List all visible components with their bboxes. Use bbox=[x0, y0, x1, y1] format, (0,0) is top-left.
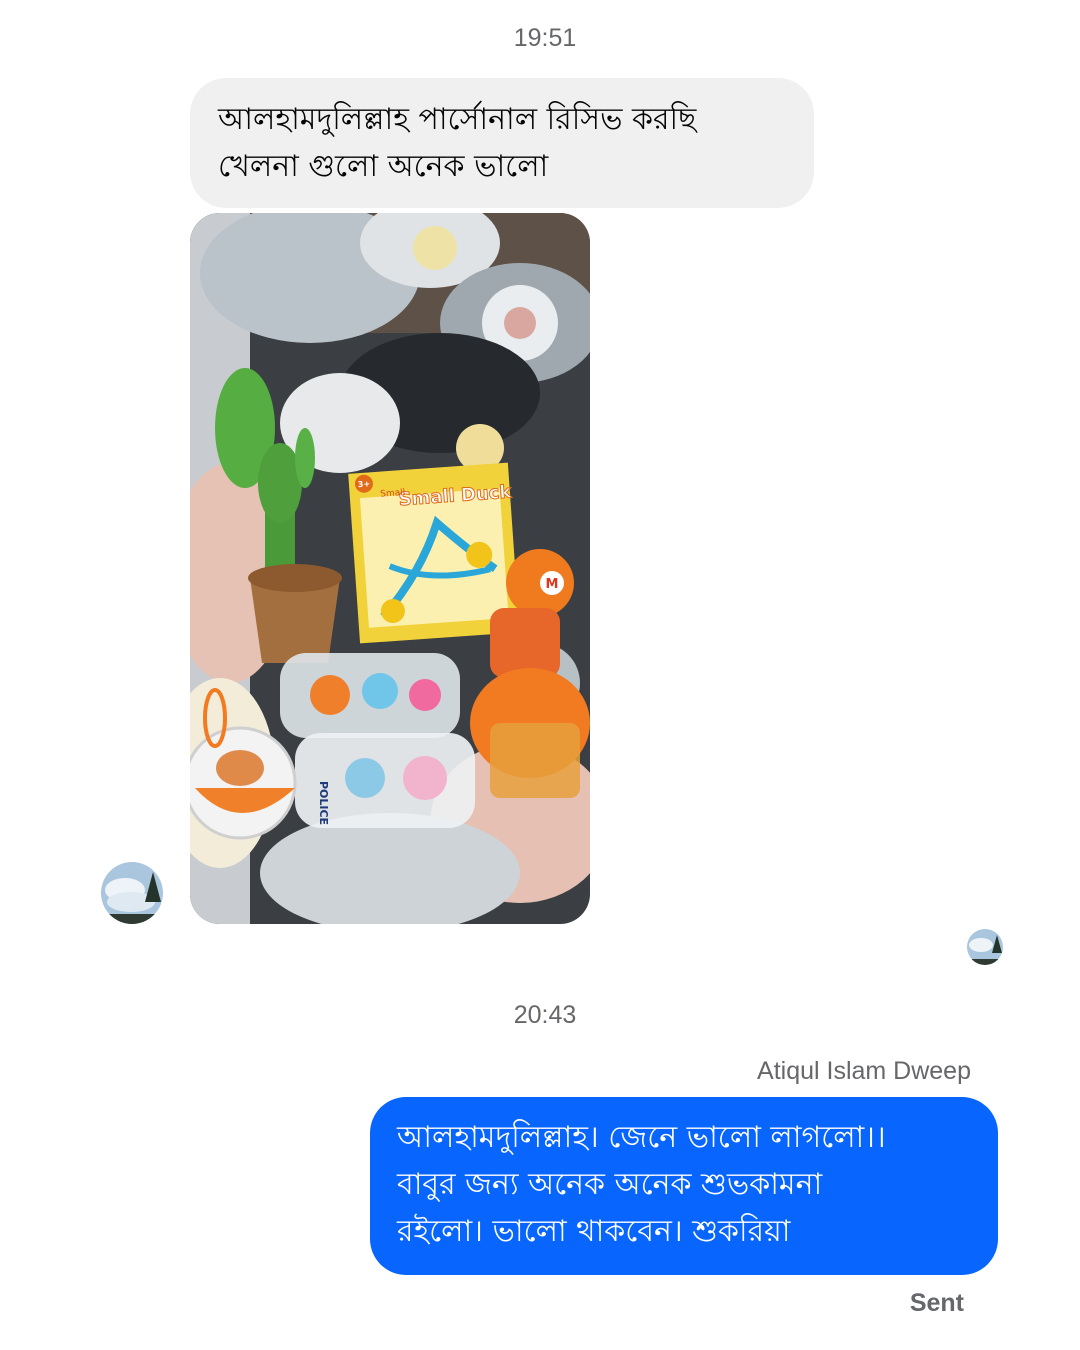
outgoing-message-line: বাবুর জন্য অনেক অনেক শুভকামনা bbox=[397, 1167, 823, 1202]
toy-box-sublabel: Small bbox=[380, 488, 406, 500]
toy-box-age: 3+ bbox=[358, 479, 371, 489]
incoming-message-bubble[interactable]: আলহামদুলিল্লাহ পার্সোনাল রিসিভ করছি খেলন… bbox=[190, 78, 814, 208]
outgoing-message-bubble[interactable]: আলহামদুলিল্লাহ। জেনে ভালো লাগলো।। বাবুর … bbox=[370, 1097, 998, 1275]
incoming-message-line: খেলনা গুলো অনেক ভালো bbox=[218, 149, 549, 184]
contact-avatar[interactable] bbox=[101, 862, 163, 924]
outgoing-message-line: আলহামদুলিল্লাহ। জেনে ভালো লাগলো।। bbox=[397, 1120, 886, 1155]
incoming-message-line: আলহামদুলিল্লাহ পার্সোনাল রিসিভ করছি bbox=[218, 102, 697, 137]
cap-letter: M bbox=[546, 577, 559, 592]
incoming-photo-toys[interactable]: Small Duck Small 3+ M POLICE bbox=[190, 213, 590, 924]
police-car-label: POLICE bbox=[317, 781, 330, 825]
seen-avatar-icon bbox=[967, 929, 1003, 965]
timestamp-1951: 19:51 bbox=[513, 24, 577, 52]
timestamp-2043: 20:43 bbox=[513, 1001, 577, 1029]
sender-name: Atiqul Islam Dweep bbox=[757, 1057, 971, 1085]
message-status: Sent bbox=[909, 1289, 964, 1317]
outgoing-message-line: রইলো। ভালো থাকবেন। শুকরিয়া bbox=[397, 1214, 791, 1249]
